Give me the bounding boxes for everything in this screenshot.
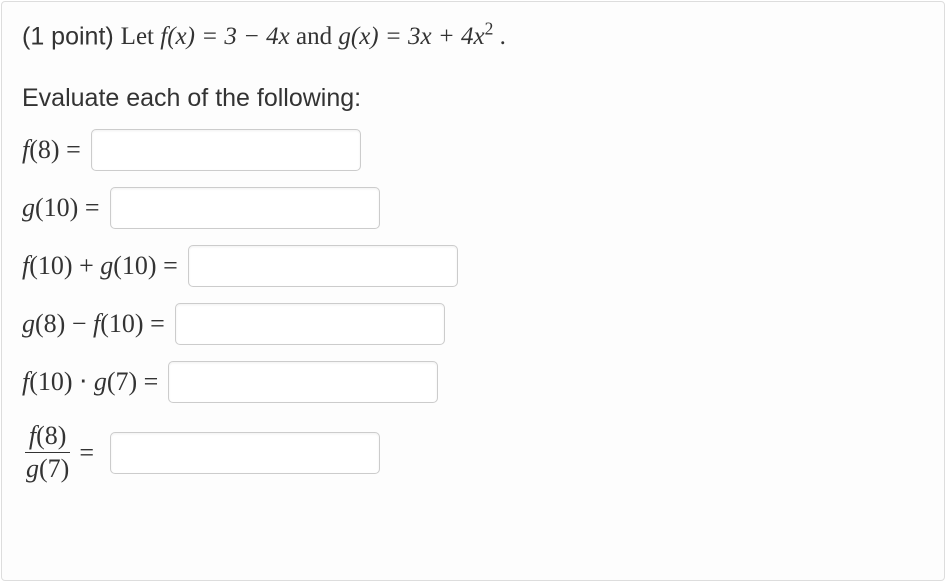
stmt-let: Let [121, 23, 154, 50]
row-f8-div-g7: f(8) g(7) = [22, 417, 924, 489]
label-g8-minus-f10: g(8) − f(10) = [22, 309, 165, 339]
points-label: (1 point) [22, 22, 114, 50]
row-f10-times-g7: f(10) ⋅ g(7) = [22, 359, 924, 405]
row-f8: f(8) = [22, 127, 924, 173]
label-f10-plus-g10: f(10) + g(10) = [22, 251, 178, 281]
label-f8: f(8) = [22, 135, 81, 165]
input-g10[interactable] [110, 187, 380, 229]
input-f10-times-g7[interactable] [168, 361, 438, 403]
problem-container: (1 point) Let f(x) = 3 − 4x and g(x) = 3… [1, 1, 945, 581]
instruction-text: Evaluate each of the following: [22, 84, 924, 113]
input-f10-plus-g10[interactable] [188, 245, 458, 287]
label-g10: g(10) = [22, 193, 100, 223]
label-f8-div-g7: f(8) g(7) = [22, 422, 100, 484]
stmt-period: . [493, 23, 506, 50]
fraction: f(8) g(7) [22, 422, 73, 484]
input-f8-div-g7[interactable] [110, 432, 380, 474]
label-f10-times-g7: f(10) ⋅ g(7) = [22, 367, 158, 397]
row-g10: g(10) = [22, 185, 924, 231]
problem-statement: (1 point) Let f(x) = 3 − 4x and g(x) = 3… [22, 16, 924, 56]
input-f8[interactable] [91, 129, 361, 171]
stmt-g-expr: g(x) = 3x + 4x [338, 23, 484, 50]
stmt-f-expr: f(x) = 3 − 4x [160, 23, 290, 50]
input-g8-minus-f10[interactable] [175, 303, 445, 345]
row-g8-minus-f10: g(8) − f(10) = [22, 301, 924, 347]
stmt-and: and [296, 23, 332, 50]
row-f10-plus-g10: f(10) + g(10) = [22, 243, 924, 289]
